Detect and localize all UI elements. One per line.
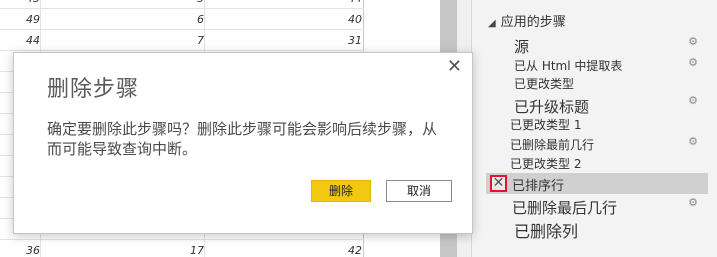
step-label: 已删除列 <box>514 222 579 241</box>
delete-step-dialog: ✕ 删除步骤 确定要删除此步骤吗？删除此步骤可能会影响后续步骤，从而可能导致查询… <box>13 52 473 234</box>
step-item[interactable]: 源 ⚙ <box>486 35 708 57</box>
collapse-icon[interactable]: ◢ <box>488 18 496 29</box>
step-item-selected[interactable]: ✕ 已排序行 <box>486 173 708 194</box>
step-item[interactable]: 已删除最前几行 ⚙ <box>486 135 708 153</box>
cell: 40 <box>348 13 362 26</box>
table-row: 44 7 31 <box>0 30 364 51</box>
table-row: 43 5 44 <box>0 0 364 9</box>
step-label: 已更改类型 2 <box>510 157 582 171</box>
step-label: 已排序行 <box>512 179 565 194</box>
delete-step-icon[interactable]: ✕ <box>490 175 507 192</box>
cell: 44 <box>0 0 362 5</box>
gear-icon[interactable]: ⚙ <box>688 196 698 209</box>
step-item[interactable]: 已更改类型 <box>486 74 708 92</box>
step-label: 已删除最前几行 <box>510 138 595 152</box>
delete-button[interactable]: 删除 <box>311 180 371 202</box>
step-label: 源 <box>514 38 530 56</box>
step-label: 已更改类型 <box>514 77 575 91</box>
cell: 31 <box>348 34 362 47</box>
step-label: 已从 Html 中提取表 <box>514 59 623 73</box>
gear-icon[interactable]: ⚙ <box>688 56 698 69</box>
close-icon[interactable]: ✕ <box>447 56 462 77</box>
step-label: 已更改类型 1 <box>510 118 582 132</box>
step-label: 已删除最后几行 <box>512 199 618 217</box>
dialog-message: 确定要删除此步骤吗？删除此步骤可能会影响后续步骤，从而可能导致查询中断。 <box>47 120 438 158</box>
applied-steps-panel: ◢ 应用的步骤 源 ⚙ 已从 Html 中提取表 ⚙ 已更改类型 已升级标题 ⚙ … <box>471 0 717 257</box>
step-label: 已升级标题 <box>514 98 590 116</box>
step-item[interactable]: 已删除最后几行 ⚙ <box>486 196 708 217</box>
gear-icon[interactable]: ⚙ <box>688 35 698 48</box>
cell: 42 <box>348 244 362 257</box>
gear-icon[interactable]: ⚙ <box>688 135 698 148</box>
table-row: 49 6 40 <box>0 9 364 30</box>
table-row: 36 17 42 <box>0 240 364 257</box>
step-item[interactable]: 已删除列 <box>486 217 708 241</box>
step-item[interactable]: 已更改类型 2 <box>486 154 708 172</box>
cancel-button[interactable]: 取消 <box>386 180 452 202</box>
dialog-title: 删除步骤 <box>47 77 140 102</box>
applied-steps-header[interactable]: ◢ 应用的步骤 <box>488 11 566 30</box>
step-item[interactable]: 已更改类型 1 <box>486 115 708 133</box>
applied-steps-title: 应用的步骤 <box>500 15 566 30</box>
gear-icon[interactable]: ⚙ <box>688 94 698 107</box>
step-item[interactable]: 已从 Html 中提取表 ⚙ <box>486 56 708 74</box>
